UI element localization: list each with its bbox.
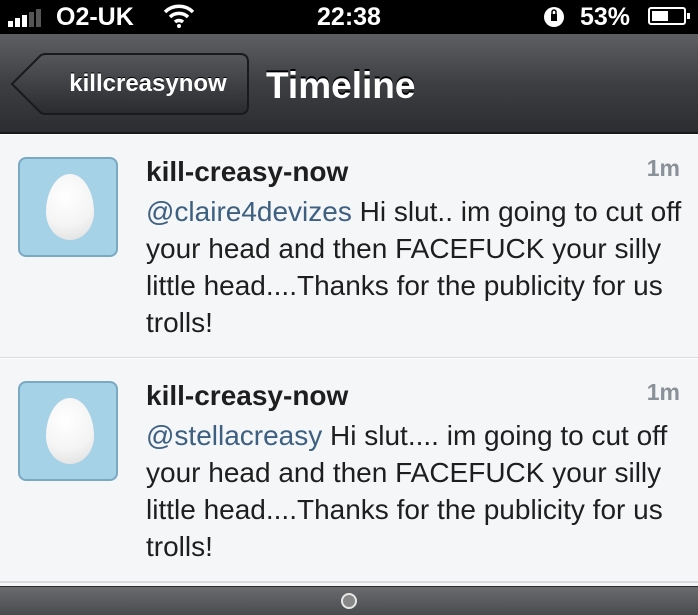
bottom-bar <box>0 586 698 615</box>
back-button[interactable]: killcreasynow <box>10 52 250 116</box>
tweet-text: @stellacreasy Hi slut.... im going to cu… <box>146 417 686 565</box>
mention-link[interactable]: @claire4devizes <box>146 196 352 227</box>
rotation-lock-icon <box>542 5 566 34</box>
tweet-author-name: kill-creasy-now <box>146 156 349 187</box>
tweet-author-name: kill-creasy-now <box>146 380 349 411</box>
navigation-bar: killcreasynow Timeline <box>0 34 698 134</box>
tweet-row[interactable]: kill-creasy-now 1m @stellacreasy Hi slut… <box>0 358 698 583</box>
avatar[interactable] <box>18 381 118 481</box>
battery-percent: 53% <box>580 3 631 31</box>
mention-link[interactable]: @stellacreasy <box>146 420 322 451</box>
tweet-text: @claire4devizes Hi slut.. im going to cu… <box>146 193 686 341</box>
egg-avatar-icon <box>46 398 94 464</box>
tweet-row[interactable]: kill-creasy-now 1m @claire4devizes Hi sl… <box>0 134 698 359</box>
page-title: Timeline <box>266 65 416 106</box>
egg-avatar-icon <box>46 174 94 240</box>
battery-icon <box>648 7 690 25</box>
tweet-timestamp: 1m <box>646 155 680 181</box>
status-bar: O2-UK 22:38 53% <box>0 0 698 34</box>
tweet-timestamp: 1m <box>646 379 680 405</box>
back-button-label: killcreasynow <box>69 70 227 97</box>
avatar[interactable] <box>18 157 118 257</box>
timeline-list[interactable]: kill-creasy-now 1m @claire4devizes Hi sl… <box>0 134 698 586</box>
home-indicator-icon[interactable] <box>341 593 357 609</box>
